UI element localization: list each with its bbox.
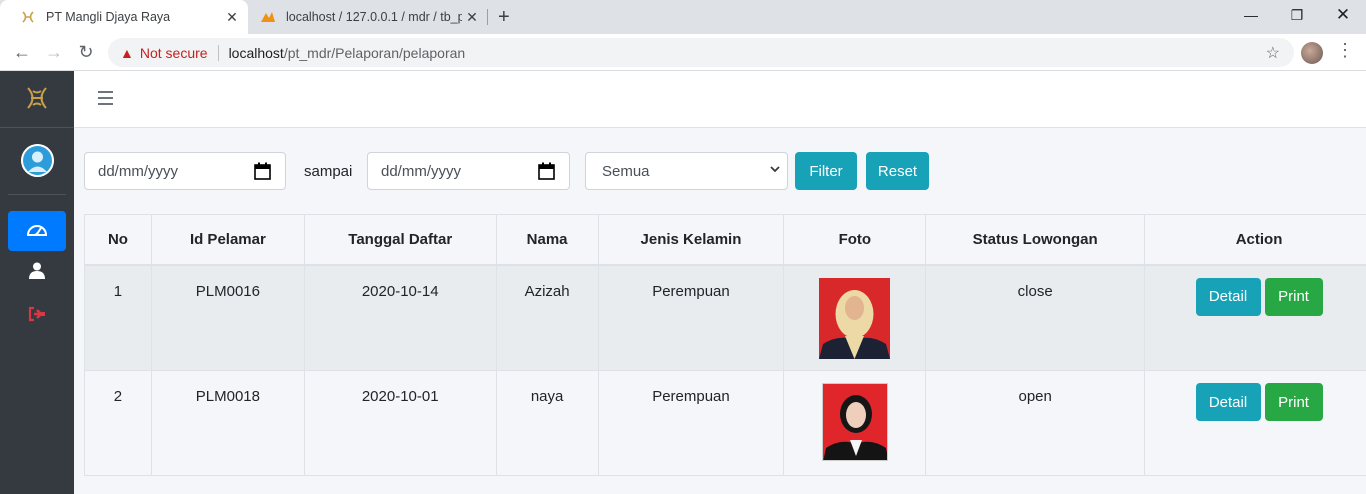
cell-foto [783,264,927,371]
tab-logo-icon [20,9,36,25]
cell-status: open [925,370,1146,476]
header-id-pelamar: Id Pelamar [150,214,305,266]
cell-tanggal: 2020-10-01 [303,370,497,476]
sidebar [0,71,74,494]
url-path: /pt_mdr/Pelaporan/pelaporan [283,44,466,61]
print-button[interactable]: Print [1264,277,1323,316]
date-from-input[interactable]: dd/mm/yyyy [84,152,286,190]
sidebar-divider [0,127,74,128]
table-row: 1 PLM0016 2020-10-14 Azizah Perempuan cl… [84,264,1366,371]
sidebar-divider [8,194,66,195]
header-nama: Nama [495,214,599,266]
applicant-photo [821,383,888,461]
tab-separator [487,9,488,25]
cell-id: PLM0016 [150,264,305,371]
profile-avatar[interactable] [1301,42,1323,64]
browser-tab-strip: PT Mangli Djaya Raya ✕ localhost / 127.0… [0,0,1366,34]
date-from-placeholder: dd/mm/yyyy [98,162,179,180]
new-tab-icon[interactable]: + [498,6,510,29]
tab-phpmyadmin[interactable]: localhost / 127.0.0.1 / mdr / tb_p ✕ [250,0,488,34]
reload-icon[interactable]: ↻ [74,40,98,64]
phpmyadmin-icon [260,9,276,25]
chevron-down-icon [769,163,781,178]
cell-foto [783,370,927,476]
header-tanggal-daftar: Tanggal Daftar [303,214,497,266]
sidebar-item-logout[interactable] [8,296,66,336]
status-select[interactable]: Semua [585,152,788,190]
status-selected-value: Semua [602,162,650,180]
detail-button[interactable]: Detail [1195,277,1261,316]
cell-no: 2 [84,370,152,476]
tab-close-icon[interactable]: ✕ [222,9,242,26]
calendar-icon[interactable] [254,162,271,184]
restore-icon[interactable]: ❐ [1274,0,1320,30]
print-button[interactable]: Print [1264,383,1323,421]
cell-jenis-kelamin: Perempuan [597,370,785,476]
brand-logo[interactable] [22,83,52,113]
cell-no: 1 [84,264,152,371]
security-label: Not secure [139,44,208,61]
sidebar-item-dashboard[interactable] [8,211,66,251]
cell-status: close [925,264,1146,371]
address-bar-row: ← → ↻ ▲ Not secure localhost/pt_mdr/Pela… [0,34,1366,71]
tab-title: localhost / 127.0.0.1 / mdr / tb_p [286,10,462,24]
tab-close-icon[interactable]: ✕ [462,9,482,26]
header-jenis-kelamin: Jenis Kelamin [597,214,785,266]
cell-tanggal: 2020-10-14 [303,264,497,371]
date-to-input[interactable]: dd/mm/yyyy [367,152,570,190]
dashboard-icon [26,221,48,242]
sidebar-item-user[interactable] [8,253,66,293]
reset-button[interactable]: Reset [866,152,929,190]
close-window-icon[interactable]: ✕ [1320,0,1366,30]
warning-icon: ▲ [120,44,134,61]
cell-nama: naya [495,370,599,476]
filter-button[interactable]: Filter [795,152,857,190]
calendar-icon[interactable] [538,162,555,184]
cell-action: Detail Print [1144,264,1366,371]
tab-title: PT Mangli Djaya Raya [46,10,171,24]
report-table: No Id Pelamar Tanggal Daftar Nama Jenis … [84,214,1366,476]
minimize-icon[interactable]: — [1228,0,1274,30]
date-to-placeholder: dd/mm/yyyy [381,162,462,180]
table-row: 2 PLM0018 2020-10-01 naya Perempuan open… [84,370,1366,476]
cell-nama: Azizah [495,264,599,371]
header-foto: Foto [783,214,927,266]
user-avatar[interactable] [21,144,54,177]
table-header-row: No Id Pelamar Tanggal Daftar Nama Jenis … [84,214,1366,266]
bookmark-star-icon[interactable]: ☆ [1266,43,1280,63]
top-navbar [74,71,1366,128]
url-omnibox[interactable]: ▲ Not secure localhost/pt_mdr/Pelaporan/… [108,38,1294,67]
cell-jenis-kelamin: Perempuan [597,264,785,371]
cell-action: Detail Print [1144,370,1366,476]
logout-icon [28,306,46,327]
back-icon[interactable]: ← [10,40,34,64]
applicant-photo [819,277,891,359]
menu-kebab-icon[interactable]: ⋮ [1336,40,1354,61]
header-no: No [84,214,152,266]
forward-icon[interactable]: → [42,40,66,64]
detail-button[interactable]: Detail [1195,383,1261,421]
cell-id: PLM0018 [150,370,305,476]
header-action: Action [1144,214,1366,266]
hamburger-icon[interactable] [98,91,113,105]
header-status-lowongan: Status Lowongan [925,214,1146,266]
url-host: localhost [228,44,284,61]
sampai-label: sampai [304,163,353,180]
omnibox-divider [217,44,219,61]
tab-pt-mangli[interactable]: PT Mangli Djaya Raya ✕ [0,0,248,34]
user-icon [29,262,45,284]
